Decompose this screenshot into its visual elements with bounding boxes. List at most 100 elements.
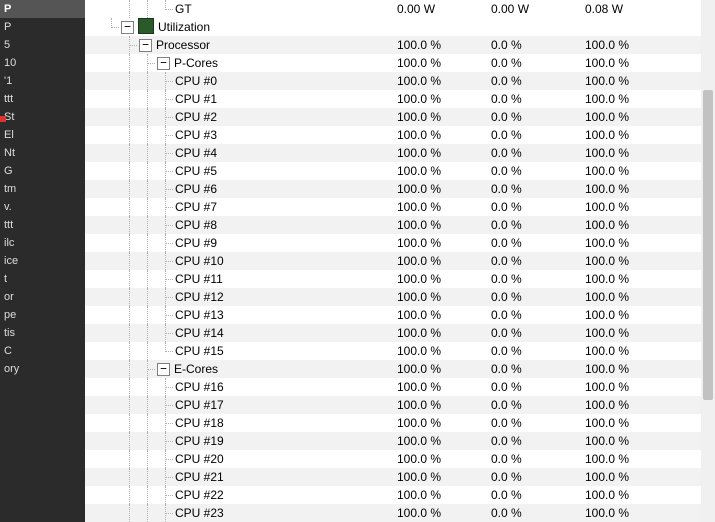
tree-indent — [85, 432, 175, 450]
tree-row[interactable]: CPU #11100.0 %0.0 %100.0 % — [85, 270, 701, 288]
value-cell: 100.0 % — [585, 396, 701, 414]
tree-row[interactable]: CPU #19100.0 %0.0 %100.0 % — [85, 432, 701, 450]
tree-row[interactable]: CPU #4100.0 %0.0 %100.0 % — [85, 144, 701, 162]
tree-row[interactable]: CPU #10100.0 %0.0 %100.0 % — [85, 252, 701, 270]
bg-row: or — [0, 288, 85, 306]
tree-row[interactable]: CPU #20100.0 %0.0 %100.0 % — [85, 450, 701, 468]
tree-row[interactable]: CPU #13100.0 %0.0 %100.0 % — [85, 306, 701, 324]
bg-row: pe — [0, 306, 85, 324]
tree-row[interactable]: CPU #18100.0 %0.0 %100.0 % — [85, 414, 701, 432]
vertical-scrollbar-thumb[interactable] — [703, 90, 713, 400]
tree-row[interactable]: CPU #22100.0 %0.0 %100.0 % — [85, 486, 701, 504]
tree-indent — [85, 468, 175, 486]
tree-row-label: CPU #9 — [175, 236, 217, 250]
tree-row[interactable]: Utilization — [85, 18, 701, 36]
value-cell: 0.0 % — [491, 144, 585, 162]
tree-row[interactable]: CPU #8100.0 %0.0 %100.0 % — [85, 216, 701, 234]
bg-row: ilc — [0, 234, 85, 252]
vertical-scrollbar[interactable] — [701, 0, 715, 522]
value-cell: 100.0 % — [585, 36, 701, 54]
value-cell: 0.0 % — [491, 414, 585, 432]
bg-row: '1 — [0, 72, 85, 90]
value-cell: 0.0 % — [491, 270, 585, 288]
tree-indent — [85, 144, 175, 162]
tree-collapse-toggle[interactable] — [121, 21, 134, 34]
tree-row-label: CPU #12 — [175, 290, 224, 304]
tree-row-label: P-Cores — [174, 56, 218, 70]
value-cell: 100.0 % — [585, 378, 701, 396]
value-cell: 0.0 % — [491, 126, 585, 144]
value-cell: 0.0 % — [491, 90, 585, 108]
tree-collapse-toggle[interactable] — [157, 57, 170, 70]
value-cell: 100.0 % — [585, 360, 701, 378]
value-cell: 0.0 % — [491, 360, 585, 378]
tree-row[interactable]: CPU #1100.0 %0.0 %100.0 % — [85, 90, 701, 108]
tree-row[interactable]: CPU #14100.0 %0.0 %100.0 % — [85, 324, 701, 342]
tree-indent — [85, 378, 175, 396]
value-cell: 100.0 % — [397, 36, 491, 54]
bg-row: v. — [0, 198, 85, 216]
tree-row[interactable]: CPU #6100.0 %0.0 %100.0 % — [85, 180, 701, 198]
value-cell: 100.0 % — [397, 252, 491, 270]
tree-indent — [85, 198, 175, 216]
value-cell: 100.0 % — [397, 324, 491, 342]
tree-row[interactable]: CPU #23100.0 %0.0 %100.0 % — [85, 504, 701, 522]
value-cell: 100.0 % — [585, 504, 701, 522]
bg-header: P — [0, 0, 85, 18]
recording-indicator-icon — [0, 116, 6, 122]
tree-row[interactable]: P-Cores100.0 %0.0 %100.0 % — [85, 54, 701, 72]
value-cell: 100.0 % — [585, 54, 701, 72]
tree-row[interactable]: CPU #9100.0 %0.0 %100.0 % — [85, 234, 701, 252]
tree-indent — [85, 54, 157, 72]
sensor-tree: GT0.00 W0.00 W0.08 WUtilizationProcessor… — [85, 0, 701, 522]
tree-collapse-toggle[interactable] — [139, 39, 152, 52]
tree-indent — [85, 180, 175, 198]
viewport: P P510'1tttStElNtGtmv.tttilcicetorpetisC… — [0, 0, 715, 522]
tree-indent — [85, 36, 139, 54]
tree-row[interactable]: CPU #12100.0 %0.0 %100.0 % — [85, 288, 701, 306]
tree-row[interactable]: CPU #3100.0 %0.0 %100.0 % — [85, 126, 701, 144]
value-cell: 0.0 % — [491, 108, 585, 126]
value-cell: 100.0 % — [397, 432, 491, 450]
tree-indent — [85, 90, 175, 108]
value-cell: 100.0 % — [585, 486, 701, 504]
value-cell: 100.0 % — [585, 288, 701, 306]
tree-row-label: CPU #5 — [175, 164, 217, 178]
value-cell: 0.0 % — [491, 180, 585, 198]
tree-row-label: CPU #18 — [175, 416, 224, 430]
value-cell: 100.0 % — [585, 324, 701, 342]
tree-row-label: CPU #1 — [175, 92, 217, 106]
tree-row[interactable]: CPU #2100.0 %0.0 %100.0 % — [85, 108, 701, 126]
tree-row[interactable]: Processor100.0 %0.0 %100.0 % — [85, 36, 701, 54]
tree-row[interactable]: GT0.00 W0.00 W0.08 W — [85, 0, 701, 18]
value-cell: 100.0 % — [585, 144, 701, 162]
value-cell: 0.00 W — [491, 0, 585, 18]
bg-row: ory — [0, 360, 85, 378]
tree-row[interactable]: E-Cores100.0 %0.0 %100.0 % — [85, 360, 701, 378]
tree-collapse-toggle[interactable] — [157, 363, 170, 376]
tree-row[interactable]: CPU #16100.0 %0.0 %100.0 % — [85, 378, 701, 396]
value-cell: 100.0 % — [397, 450, 491, 468]
value-cell: 100.0 % — [397, 270, 491, 288]
tree-row-label: CPU #23 — [175, 506, 224, 520]
value-cell: 0.0 % — [491, 36, 585, 54]
value-cell: 0.0 % — [491, 54, 585, 72]
sensor-tree-scroll[interactable]: GT0.00 W0.00 W0.08 WUtilizationProcessor… — [85, 0, 701, 522]
tree-row[interactable]: CPU #15100.0 %0.0 %100.0 % — [85, 342, 701, 360]
tree-indent — [85, 414, 175, 432]
bg-row: ttt — [0, 216, 85, 234]
tree-row[interactable]: CPU #21100.0 %0.0 %100.0 % — [85, 468, 701, 486]
chip-icon — [138, 18, 154, 34]
tree-row[interactable]: CPU #0100.0 %0.0 %100.0 % — [85, 72, 701, 90]
value-cell: 100.0 % — [397, 162, 491, 180]
tree-row[interactable]: CPU #5100.0 %0.0 %100.0 % — [85, 162, 701, 180]
bg-row: G — [0, 162, 85, 180]
value-cell: 100.0 % — [397, 90, 491, 108]
tree-indent — [85, 360, 157, 378]
value-cell: 0.0 % — [491, 396, 585, 414]
tree-row-label: E-Cores — [174, 362, 218, 376]
bg-row: St — [0, 108, 85, 126]
bg-row: El — [0, 126, 85, 144]
tree-row[interactable]: CPU #7100.0 %0.0 %100.0 % — [85, 198, 701, 216]
tree-row[interactable]: CPU #17100.0 %0.0 %100.0 % — [85, 396, 701, 414]
